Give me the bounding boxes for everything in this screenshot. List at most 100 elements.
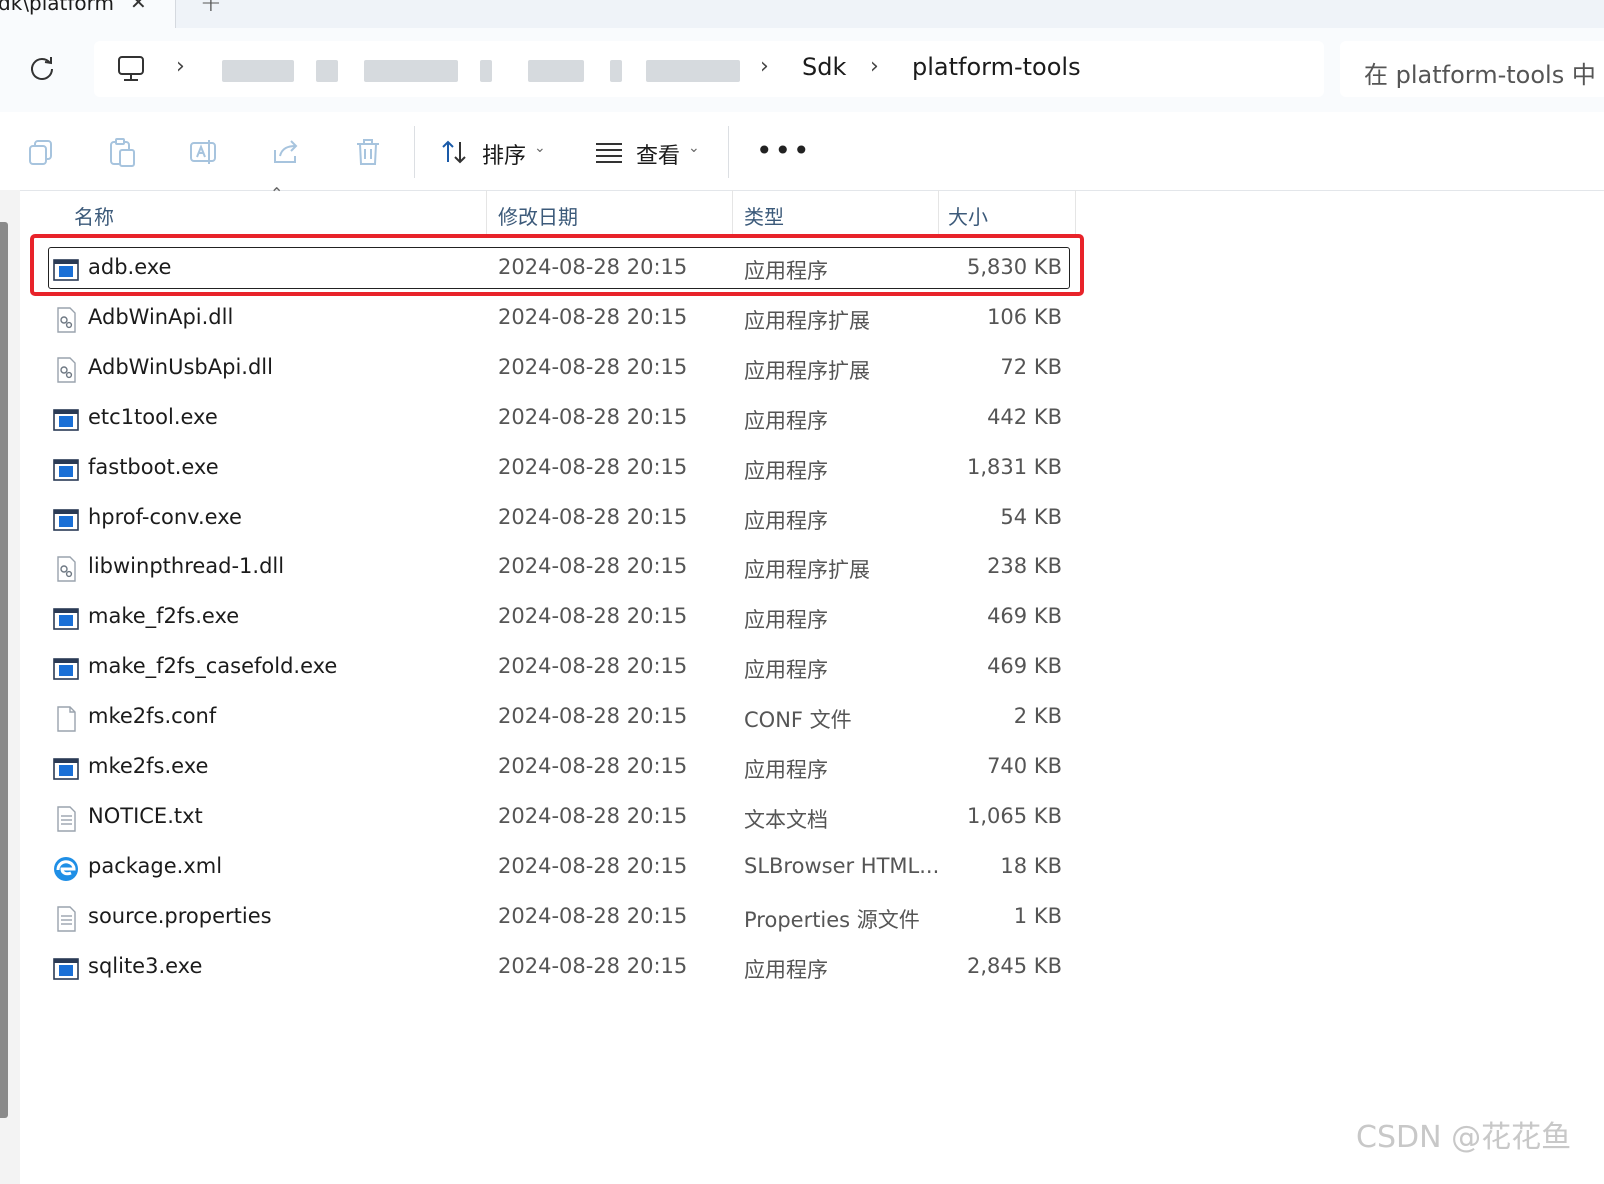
- chevron-right-icon[interactable]: ›: [760, 54, 769, 79]
- file-name[interactable]: package.xml: [88, 854, 222, 878]
- file-row[interactable]: make_f2fs.exe 2024-08-28 20:15 应用程序 469 KB: [20, 593, 1076, 643]
- file-name[interactable]: mke2fs.conf: [88, 704, 216, 728]
- exe-icon: [52, 456, 80, 484]
- text-file-icon: [52, 905, 80, 933]
- file-row[interactable]: package.xml 2024-08-28 20:15 SLBrowser HTM…: [20, 843, 1076, 893]
- file-size: 469 KB: [987, 604, 1062, 629]
- file-row[interactable]: NOTICE.txt 2024-08-28 20:15 文本文档 1,065 KB: [20, 793, 1076, 843]
- file-row[interactable]: AdbWinApi.dll 2024-08-28 20:15 应用程序扩展 106 K…: [20, 294, 1076, 344]
- sort-label: 排序: [482, 144, 527, 169]
- close-icon[interactable]: ✕: [130, 0, 147, 14]
- redacted-path-segment: [364, 60, 458, 82]
- file-name[interactable]: sqlite3.exe: [88, 954, 202, 978]
- sort-button[interactable]: 排序 ⌄: [440, 132, 552, 172]
- divider: [728, 126, 729, 178]
- column-size[interactable]: 大小: [948, 201, 988, 230]
- file-type: 应用程序: [744, 508, 828, 533]
- file-row[interactable]: fastboot.exe 2024-08-28 20:15 应用程序 1,831 KB: [20, 444, 1076, 494]
- delete-icon[interactable]: [352, 136, 384, 168]
- share-icon[interactable]: [270, 136, 302, 168]
- exe-icon: [52, 955, 80, 983]
- file-name[interactable]: AdbWinApi.dll: [88, 305, 233, 329]
- this-pc-icon[interactable]: [116, 55, 146, 83]
- search-input[interactable]: 在 platform-tools 中: [1340, 41, 1604, 97]
- file-row[interactable]: mke2fs.exe 2024-08-28 20:15 应用程序 740 KB: [20, 743, 1076, 793]
- rename-icon[interactable]: [188, 136, 220, 168]
- file-name[interactable]: mke2fs.exe: [88, 754, 208, 778]
- more-options-icon[interactable]: •••: [756, 134, 812, 167]
- redacted-path-segment: [646, 60, 740, 82]
- file-type: 文本文档: [744, 807, 828, 832]
- file-size: 54 KB: [1000, 504, 1062, 529]
- breadcrumb-platform-tools[interactable]: platform-tools: [912, 53, 1081, 81]
- redacted-path-segment: [316, 60, 338, 82]
- blank-file-icon: [52, 705, 80, 733]
- file-row[interactable]: AdbWinUsbApi.dll 2024-08-28 20:15 应用程序扩展 72…: [20, 344, 1076, 394]
- highlight-annotation: [30, 234, 1084, 296]
- file-size: 238 KB: [987, 554, 1062, 579]
- browser-icon: [52, 855, 80, 883]
- column-type[interactable]: 类型: [744, 201, 784, 230]
- paste-icon[interactable]: [106, 136, 138, 168]
- file-date: 2024-08-28 20:15: [498, 903, 688, 928]
- column-name[interactable]: 名称: [74, 201, 114, 230]
- file-row[interactable]: libwinpthread-1.dll 2024-08-28 20:15 应用程序扩…: [20, 543, 1076, 593]
- file-size: 2,845 KB: [967, 953, 1062, 978]
- file-name[interactable]: source.properties: [88, 904, 272, 928]
- file-type: Properties 源文件: [744, 907, 920, 932]
- column-divider[interactable]: [732, 190, 733, 236]
- search-placeholder: 在 platform-tools 中: [1364, 61, 1596, 89]
- file-name[interactable]: hprof-conv.exe: [88, 505, 242, 529]
- file-row[interactable]: hprof-conv.exe 2024-08-28 20:15 应用程序 54 KB: [20, 494, 1076, 544]
- column-divider[interactable]: [486, 190, 487, 236]
- file-name[interactable]: fastboot.exe: [88, 455, 219, 479]
- file-type: 应用程序扩展: [744, 308, 870, 333]
- file-name[interactable]: NOTICE.txt: [88, 804, 203, 828]
- file-name[interactable]: libwinpthread-1.dll: [88, 554, 284, 578]
- view-button[interactable]: 查看 ⌄: [594, 132, 706, 172]
- file-name[interactable]: make_f2fs_casefold.exe: [88, 654, 337, 678]
- file-date: 2024-08-28 20:15: [498, 654, 688, 679]
- file-date: 2024-08-28 20:15: [498, 953, 688, 978]
- dll-icon: [52, 555, 80, 583]
- column-date-modified[interactable]: 修改日期: [498, 201, 578, 230]
- file-name[interactable]: etc1tool.exe: [88, 405, 218, 429]
- file-row[interactable]: mke2fs.conf 2024-08-28 20:15 CONF 文件 2 KB: [20, 693, 1076, 743]
- file-date: 2024-08-28 20:15: [498, 504, 688, 529]
- column-divider[interactable]: [938, 190, 939, 236]
- breadcrumb-sdk[interactable]: Sdk: [802, 53, 846, 81]
- file-row[interactable]: etc1tool.exe 2024-08-28 20:15 应用程序 442 KB: [20, 394, 1076, 444]
- column-divider[interactable]: [1075, 190, 1076, 236]
- file-row[interactable]: source.properties 2024-08-28 20:15 Propert…: [20, 893, 1076, 943]
- exe-icon: [52, 655, 80, 683]
- chevron-right-icon[interactable]: ›: [176, 54, 185, 79]
- refresh-icon[interactable]: [28, 54, 56, 82]
- exe-icon: [52, 755, 80, 783]
- dll-icon: [52, 306, 80, 334]
- copy-icon[interactable]: [26, 136, 58, 168]
- file-size: 740 KB: [987, 754, 1062, 778]
- file-name[interactable]: AdbWinUsbApi.dll: [88, 355, 273, 379]
- file-type: 应用程序: [744, 758, 828, 782]
- watermark: CSDN @花花鱼: [1356, 1120, 1572, 1155]
- chevron-right-icon[interactable]: ›: [870, 54, 879, 79]
- view-label: 查看: [636, 144, 681, 169]
- file-size: 442 KB: [987, 404, 1062, 429]
- file-date: 2024-08-28 20:15: [498, 354, 688, 379]
- file-type: 应用程序: [744, 608, 828, 633]
- file-type: 应用程序: [744, 458, 828, 483]
- file-type: 应用程序扩展: [744, 358, 870, 383]
- file-row[interactable]: make_f2fs_casefold.exe 2024-08-28 20:15 应用…: [20, 643, 1076, 693]
- exe-icon: [52, 605, 80, 633]
- file-name[interactable]: make_f2fs.exe: [88, 604, 239, 628]
- divider: [414, 126, 415, 178]
- address-bar[interactable]: › › Sdk › platform-tools: [94, 41, 1324, 97]
- scrollbar[interactable]: [0, 222, 8, 1118]
- window-tab[interactable]: dk\platform ✕: [0, 0, 176, 28]
- command-bar: 排序 ⌄ 查看 ⌄ •••: [0, 112, 1604, 191]
- new-tab-icon[interactable]: +: [200, 0, 222, 18]
- file-size: 18 KB: [1000, 853, 1062, 878]
- file-row[interactable]: sqlite3.exe 2024-08-28 20:15 应用程序 2,845 KB: [20, 943, 1076, 993]
- column-header-row: ⌃ 名称 修改日期 类型 大小: [20, 184, 1076, 236]
- text-file-icon: [52, 805, 80, 833]
